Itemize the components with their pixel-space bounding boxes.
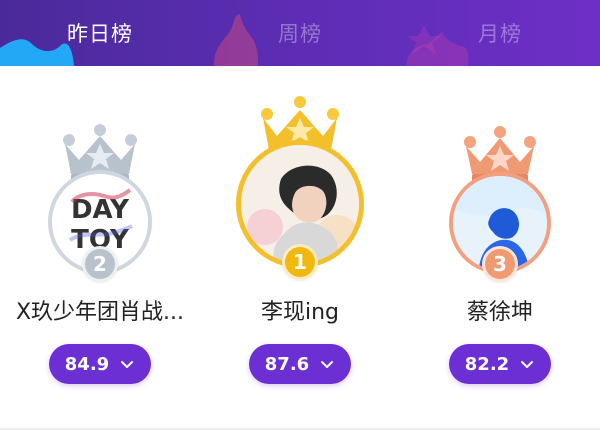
leaderboard-entry[interactable]: 1 李现ing 87.6: [200, 66, 400, 430]
score-value: 87.6: [264, 353, 310, 375]
tab-yesterday[interactable]: 昨日榜: [0, 0, 200, 66]
rank-badge: 2: [82, 246, 118, 282]
chevron-down-icon: [519, 356, 535, 372]
score-value: 84.9: [64, 353, 110, 375]
svg-text:DAY: DAY: [71, 195, 130, 225]
leaderboard-entry[interactable]: DAY TOY 2 X玖少年团肖战... 84.9: [0, 66, 200, 430]
leaderboard-entry[interactable]: 3 蔡徐坤 82.2: [400, 66, 600, 430]
score-dropdown-button[interactable]: 87.6: [249, 344, 351, 384]
rank-badge: 1: [282, 244, 318, 280]
artist-name: 李现ing: [260, 300, 340, 325]
score-dropdown-button[interactable]: 82.2: [449, 344, 551, 384]
leaderboard-podium: DAY TOY 2 X玖少年团肖战... 84.9 1 李现ing 87.6 3…: [0, 66, 600, 430]
artist-name: 蔡徐坤: [466, 300, 533, 325]
rank-badge: 3: [482, 246, 518, 282]
tab-week[interactable]: 周榜: [200, 0, 400, 66]
tab-bar: 昨日榜 周榜 月榜: [0, 0, 600, 66]
chevron-down-icon: [119, 356, 135, 372]
score-dropdown-button[interactable]: 84.9: [49, 344, 151, 384]
chevron-down-icon: [319, 356, 335, 372]
score-value: 82.2: [464, 353, 510, 375]
leaderboard-screen: 昨日榜 周榜 月榜 DAY TOY 2 X玖少年团肖战... 84.9 1 李现…: [0, 0, 600, 430]
tab-month[interactable]: 月榜: [400, 0, 600, 66]
artist-name: X玖少年团肖战...: [15, 300, 185, 325]
